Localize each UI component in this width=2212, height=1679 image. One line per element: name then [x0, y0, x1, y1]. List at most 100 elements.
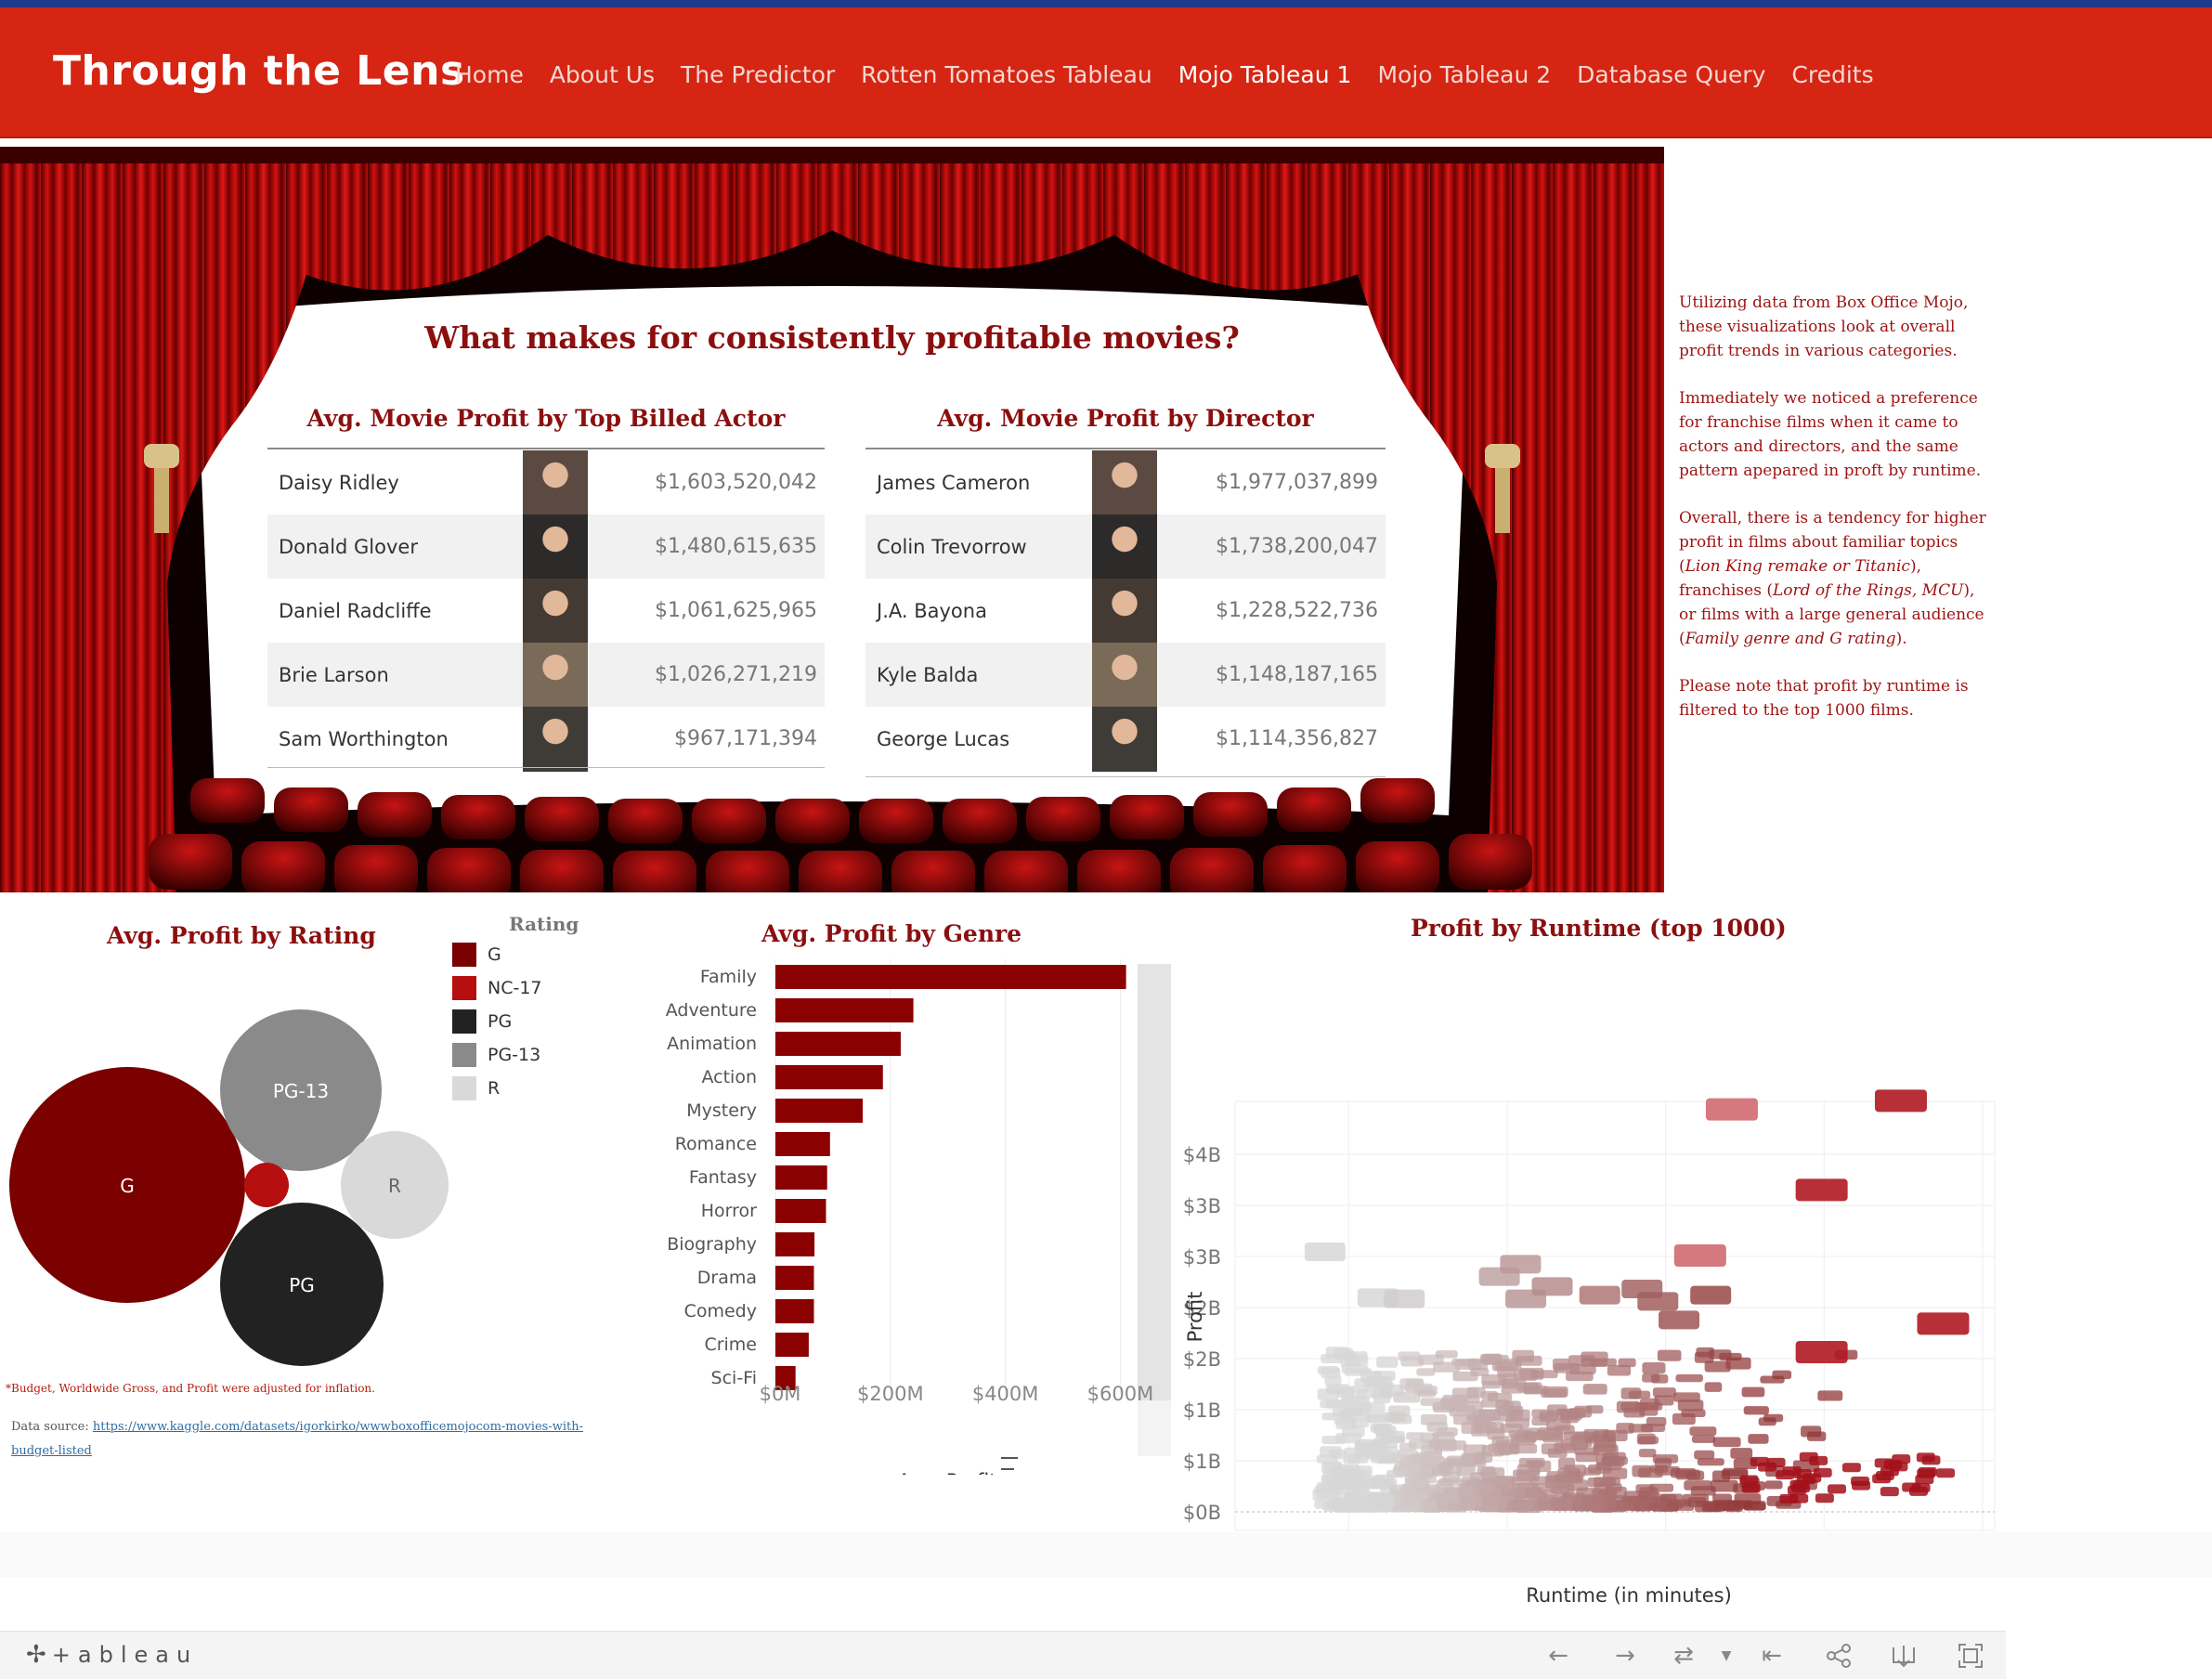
runtime-point[interactable]	[1546, 1418, 1571, 1431]
runtime-point[interactable]	[1398, 1351, 1421, 1361]
runtime-point[interactable]	[1420, 1413, 1448, 1425]
runtime-point[interactable]	[1704, 1382, 1723, 1392]
runtime-point[interactable]	[1376, 1356, 1399, 1368]
genre-bar[interactable]	[775, 965, 1126, 989]
runtime-point[interactable]	[1758, 1417, 1776, 1426]
runtime-point[interactable]	[1764, 1480, 1783, 1490]
runtime-highlight-point[interactable]	[1705, 1098, 1758, 1121]
runtime-point[interactable]	[1936, 1468, 1956, 1478]
genre-bar[interactable]	[775, 1199, 826, 1223]
runtime-point[interactable]	[1851, 1477, 1870, 1487]
nav-link-the-predictor[interactable]: The Predictor	[668, 61, 848, 88]
runtime-point[interactable]	[1684, 1480, 1712, 1490]
runtime-point[interactable]	[1365, 1411, 1388, 1423]
tableau-logo[interactable]: ✢ +ableau	[26, 1641, 198, 1669]
runtime-point[interactable]	[1340, 1359, 1361, 1368]
runtime-point[interactable]	[1638, 1436, 1659, 1445]
runtime-point[interactable]	[1672, 1412, 1696, 1425]
runtime-point[interactable]	[1372, 1438, 1399, 1448]
runtime-point[interactable]	[1789, 1493, 1809, 1503]
nav-link-mojo-tableau-2[interactable]: Mojo Tableau 2	[1364, 61, 1564, 88]
runtime-point[interactable]	[1511, 1477, 1533, 1486]
runtime-point[interactable]	[1482, 1477, 1508, 1486]
runtime-point[interactable]	[1350, 1483, 1369, 1492]
runtime-point[interactable]	[1432, 1431, 1455, 1443]
runtime-point[interactable]	[1638, 1467, 1663, 1478]
runtime-point[interactable]	[1639, 1487, 1659, 1499]
runtime-point[interactable]	[1531, 1277, 1573, 1296]
runtime-point[interactable]	[1581, 1351, 1608, 1362]
runtime-point[interactable]	[1758, 1462, 1777, 1472]
runtime-point[interactable]	[1579, 1285, 1620, 1305]
runtime-point[interactable]	[1368, 1492, 1392, 1505]
runtime-point[interactable]	[1554, 1362, 1580, 1373]
sort-icon[interactable]	[1001, 1457, 1018, 1475]
runtime-point[interactable]	[1815, 1493, 1834, 1503]
runtime-point[interactable]	[1760, 1375, 1785, 1384]
runtime-point[interactable]	[1558, 1457, 1576, 1470]
genre-bar[interactable]	[775, 1299, 814, 1323]
runtime-point[interactable]	[1555, 1408, 1582, 1421]
runtime-point[interactable]	[1712, 1437, 1741, 1448]
runtime-point[interactable]	[1524, 1431, 1550, 1440]
director-row[interactable]: J.A. Bayona $1,228,522,736	[865, 579, 1386, 644]
runtime-point[interactable]	[1474, 1416, 1493, 1428]
runtime-point[interactable]	[1921, 1455, 1941, 1465]
runtime-point[interactable]	[1500, 1255, 1542, 1274]
runtime-point[interactable]	[1365, 1379, 1385, 1389]
runtime-point[interactable]	[1525, 1459, 1543, 1468]
runtime-point[interactable]	[1639, 1398, 1659, 1410]
runtime-point[interactable]	[1417, 1389, 1437, 1398]
runtime-point[interactable]	[1335, 1417, 1357, 1430]
runtime-point[interactable]	[1320, 1446, 1342, 1458]
runtime-point[interactable]	[1690, 1285, 1732, 1305]
director-row[interactable]: Kyle Balda $1,148,187,165	[865, 643, 1386, 708]
runtime-point[interactable]	[1602, 1451, 1626, 1461]
runtime-point[interactable]	[1657, 1349, 1682, 1361]
runtime-point[interactable]	[1487, 1392, 1513, 1402]
runtime-point[interactable]	[1336, 1388, 1355, 1398]
runtime-point[interactable]	[1354, 1451, 1378, 1460]
runtime-point[interactable]	[1582, 1498, 1607, 1511]
runtime-point[interactable]	[1911, 1483, 1931, 1493]
revert-icon[interactable]: ⇄	[1669, 1642, 1698, 1670]
runtime-point[interactable]	[1730, 1448, 1753, 1459]
site-brand[interactable]: Through the Lens	[53, 47, 465, 95]
data-source-link[interactable]: https://www.kaggle.com/datasets/igorkirk…	[11, 1420, 583, 1458]
runtime-point[interactable]	[1433, 1361, 1460, 1373]
fullscreen-icon[interactable]	[1956, 1643, 1985, 1669]
runtime-point[interactable]	[1743, 1406, 1769, 1415]
runtime-point[interactable]	[1603, 1429, 1628, 1441]
runtime-point[interactable]	[1739, 1475, 1759, 1485]
actor-row[interactable]: Sam Worthington $967,171,394	[267, 707, 825, 772]
runtime-point[interactable]	[1872, 1474, 1892, 1484]
share-icon[interactable]	[1824, 1643, 1854, 1669]
runtime-point[interactable]	[1710, 1479, 1738, 1492]
runtime-point[interactable]	[1691, 1435, 1716, 1443]
runtime-point[interactable]	[1748, 1434, 1769, 1444]
runtime-point[interactable]	[1343, 1468, 1364, 1481]
download-icon[interactable]	[1889, 1643, 1919, 1669]
runtime-point[interactable]	[1541, 1388, 1568, 1399]
genre-bar[interactable]	[775, 1032, 901, 1056]
actor-row[interactable]: Daniel Radcliffe $1,061,625,965	[267, 579, 825, 644]
runtime-point[interactable]	[1466, 1386, 1486, 1398]
runtime-point[interactable]	[1500, 1488, 1519, 1496]
runtime-point[interactable]	[1495, 1400, 1515, 1413]
runtime-point[interactable]	[1539, 1411, 1558, 1421]
nav-link-mojo-tableau-1[interactable]: Mojo Tableau 1	[1165, 61, 1365, 88]
runtime-point[interactable]	[1638, 1449, 1657, 1458]
runtime-point[interactable]	[1714, 1502, 1735, 1511]
runtime-highlight-point[interactable]	[1795, 1341, 1848, 1363]
actor-row[interactable]: Brie Larson $1,026,271,219	[267, 643, 825, 708]
runtime-point[interactable]	[1530, 1370, 1558, 1379]
runtime-point[interactable]	[1620, 1387, 1642, 1399]
runtime-point[interactable]	[1673, 1392, 1700, 1402]
runtime-point[interactable]	[1321, 1436, 1347, 1445]
genre-bar[interactable]	[775, 1333, 809, 1357]
runtime-point[interactable]	[1399, 1442, 1417, 1451]
runtime-point[interactable]	[1646, 1503, 1664, 1511]
rating-legend-item[interactable]: NC-17	[452, 976, 542, 1000]
runtime-point[interactable]	[1666, 1501, 1684, 1509]
runtime-point[interactable]	[1436, 1479, 1454, 1490]
